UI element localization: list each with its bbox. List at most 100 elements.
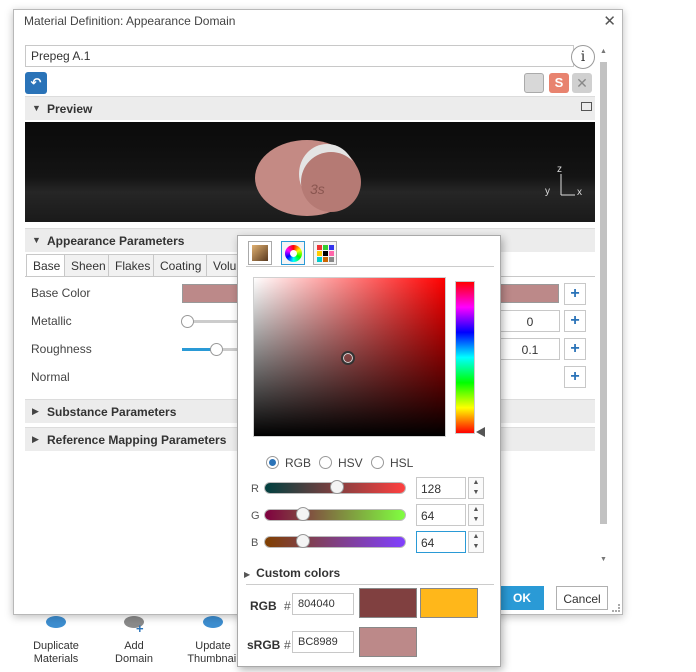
srgb-hash: #	[284, 638, 291, 652]
rgb-color-swatch[interactable]	[359, 588, 417, 618]
base-color-add-button[interactable]: +	[564, 283, 586, 305]
roughness-add-button[interactable]: +	[564, 338, 586, 360]
roughness-slider[interactable]	[182, 343, 242, 356]
ok-button[interactable]: OK	[500, 586, 544, 610]
red-channel-slider[interactable]	[264, 480, 406, 494]
material-preview[interactable]: 3s z y x	[25, 122, 595, 222]
normal-add-button[interactable]: +	[564, 366, 586, 388]
svg-text:+: +	[136, 621, 144, 636]
material-name-field[interactable]: Prepeg A.1	[25, 45, 574, 67]
green-channel-value[interactable]: 64	[416, 504, 466, 526]
tab-base[interactable]: Base	[26, 254, 68, 277]
texture-icon	[252, 245, 268, 261]
cancel-button[interactable]: Cancel	[556, 586, 608, 610]
red-channel-thumb[interactable]	[330, 480, 344, 494]
blue-channel-slider[interactable]	[264, 534, 406, 548]
blue-channel-value[interactable]: 64	[416, 531, 466, 553]
update-thumbnail-icon	[199, 616, 227, 638]
expand-triangle-icon: ▶	[244, 570, 251, 579]
hue-slider[interactable]	[455, 281, 475, 434]
roughness-slider-thumb[interactable]	[210, 343, 223, 356]
base-color-label: Base Color	[31, 286, 91, 300]
blue-channel-label: B	[251, 537, 259, 549]
srgb-hex-label: sRGB	[247, 638, 281, 652]
appearance-parameters-label: Appearance Parameters	[47, 234, 185, 248]
close-icon[interactable]: ✕	[603, 12, 616, 30]
expand-triangle-icon: ▶	[32, 406, 39, 416]
axis-x-label: x	[577, 187, 582, 198]
hue-slider-pointer-icon[interactable]	[476, 427, 485, 437]
preview-render: 3s z y x	[255, 140, 582, 216]
radio-circle	[266, 456, 279, 469]
image-gallery-icon[interactable]	[524, 73, 544, 93]
svg-text:3s: 3s	[310, 181, 325, 197]
popup-tab-divider	[246, 266, 494, 267]
scrollbar-thumb[interactable]	[600, 62, 607, 524]
tab-coating[interactable]: Coating	[153, 254, 209, 276]
preview-section-header[interactable]: ▼ Preview	[25, 96, 595, 120]
add-domain-button[interactable]: + Add Domain	[94, 616, 174, 666]
metallic-label: Metallic	[31, 314, 72, 328]
rgb-radio[interactable]: RGB	[266, 456, 311, 470]
custom-colors-toggle[interactable]: ▶ Custom colors	[244, 566, 340, 580]
saturation-value-picker[interactable]	[253, 277, 446, 437]
metallic-add-button[interactable]: +	[564, 310, 586, 332]
axis-z-label: z	[557, 164, 562, 175]
red-channel-label: R	[251, 483, 259, 495]
custom-colors-divider	[246, 584, 494, 585]
rgb-hex-label: RGB	[250, 599, 277, 613]
custom-color-swatch[interactable]	[420, 588, 478, 618]
expand-triangle-icon: ▶	[32, 434, 39, 444]
blue-channel-thumb[interactable]	[296, 534, 310, 548]
green-channel-slider[interactable]	[264, 507, 406, 521]
tab-flakes[interactable]: Flakes	[108, 254, 158, 276]
duplicate-materials-icon	[42, 616, 70, 638]
duplicate-materials-button[interactable]: Duplicate Materials	[16, 616, 96, 666]
radio-circle	[371, 456, 384, 469]
duplicate-materials-label-2: Materials	[33, 653, 79, 665]
metallic-slider[interactable]	[181, 315, 242, 328]
add-domain-label-1: Add	[124, 640, 144, 652]
palette-mode-tab[interactable]	[313, 241, 337, 265]
scroll-down-arrow-icon[interactable]: ▼	[600, 556, 607, 563]
info-icon[interactable]: i	[571, 45, 595, 69]
palette-grid-icon	[317, 245, 334, 262]
duplicate-materials-label-1: Duplicate	[33, 640, 79, 652]
maximize-icon[interactable]	[581, 102, 592, 111]
color-picker-popup: RGB HSV HSL R 128 ▲ ▼ G 64 ▲ ▼ B 64 ▲ ▼ ▶ Cu…	[237, 235, 501, 667]
red-channel-value[interactable]: 128	[416, 477, 466, 499]
roughness-value-field[interactable]: 0.1	[500, 338, 560, 360]
tab-sheen[interactable]: Sheen	[64, 254, 113, 276]
metallic-slider-thumb[interactable]	[181, 315, 194, 328]
axis-y-label: y	[545, 186, 550, 197]
preview-label: Preview	[47, 102, 93, 116]
rgb-hash: #	[284, 599, 291, 613]
vertical-scrollbar[interactable]: ▲ ▼	[599, 48, 609, 578]
undo-icon[interactable]: ↶	[25, 72, 47, 94]
hsl-radio[interactable]: HSL	[371, 456, 413, 470]
color-wheel-mode-tab[interactable]	[281, 241, 305, 265]
remove-icon[interactable]: ✕	[572, 73, 592, 93]
color-wheel-icon	[285, 245, 302, 262]
substance-icon[interactable]: S	[549, 73, 569, 93]
green-channel-spinner[interactable]: ▲ ▼	[468, 504, 484, 526]
red-channel-spinner[interactable]: ▲ ▼	[468, 477, 484, 499]
hsv-radio[interactable]: HSV	[319, 456, 363, 470]
roughness-label: Roughness	[31, 342, 92, 356]
saturation-value-cursor[interactable]	[341, 351, 355, 365]
add-domain-label-2: Domain	[115, 653, 153, 665]
substance-parameters-label: Substance Parameters	[47, 405, 177, 419]
reference-mapping-label: Reference Mapping Parameters	[47, 433, 227, 447]
srgb-hex-field[interactable]: BC8989	[292, 631, 354, 653]
radio-circle	[319, 456, 332, 469]
scroll-up-arrow-icon[interactable]: ▲	[600, 48, 607, 55]
green-channel-label: G	[251, 510, 260, 522]
rgb-hex-field[interactable]: 804040	[292, 593, 354, 615]
green-channel-thumb[interactable]	[296, 507, 310, 521]
metallic-value-field[interactable]: 0	[500, 310, 560, 332]
color-swatch-mode-tab[interactable]	[248, 241, 272, 265]
resize-grip-icon[interactable]	[612, 604, 620, 612]
srgb-color-swatch[interactable]	[359, 627, 417, 657]
dialog-title: Material Definition: Appearance Domain	[24, 14, 236, 28]
blue-channel-spinner[interactable]: ▲ ▼	[468, 531, 484, 553]
